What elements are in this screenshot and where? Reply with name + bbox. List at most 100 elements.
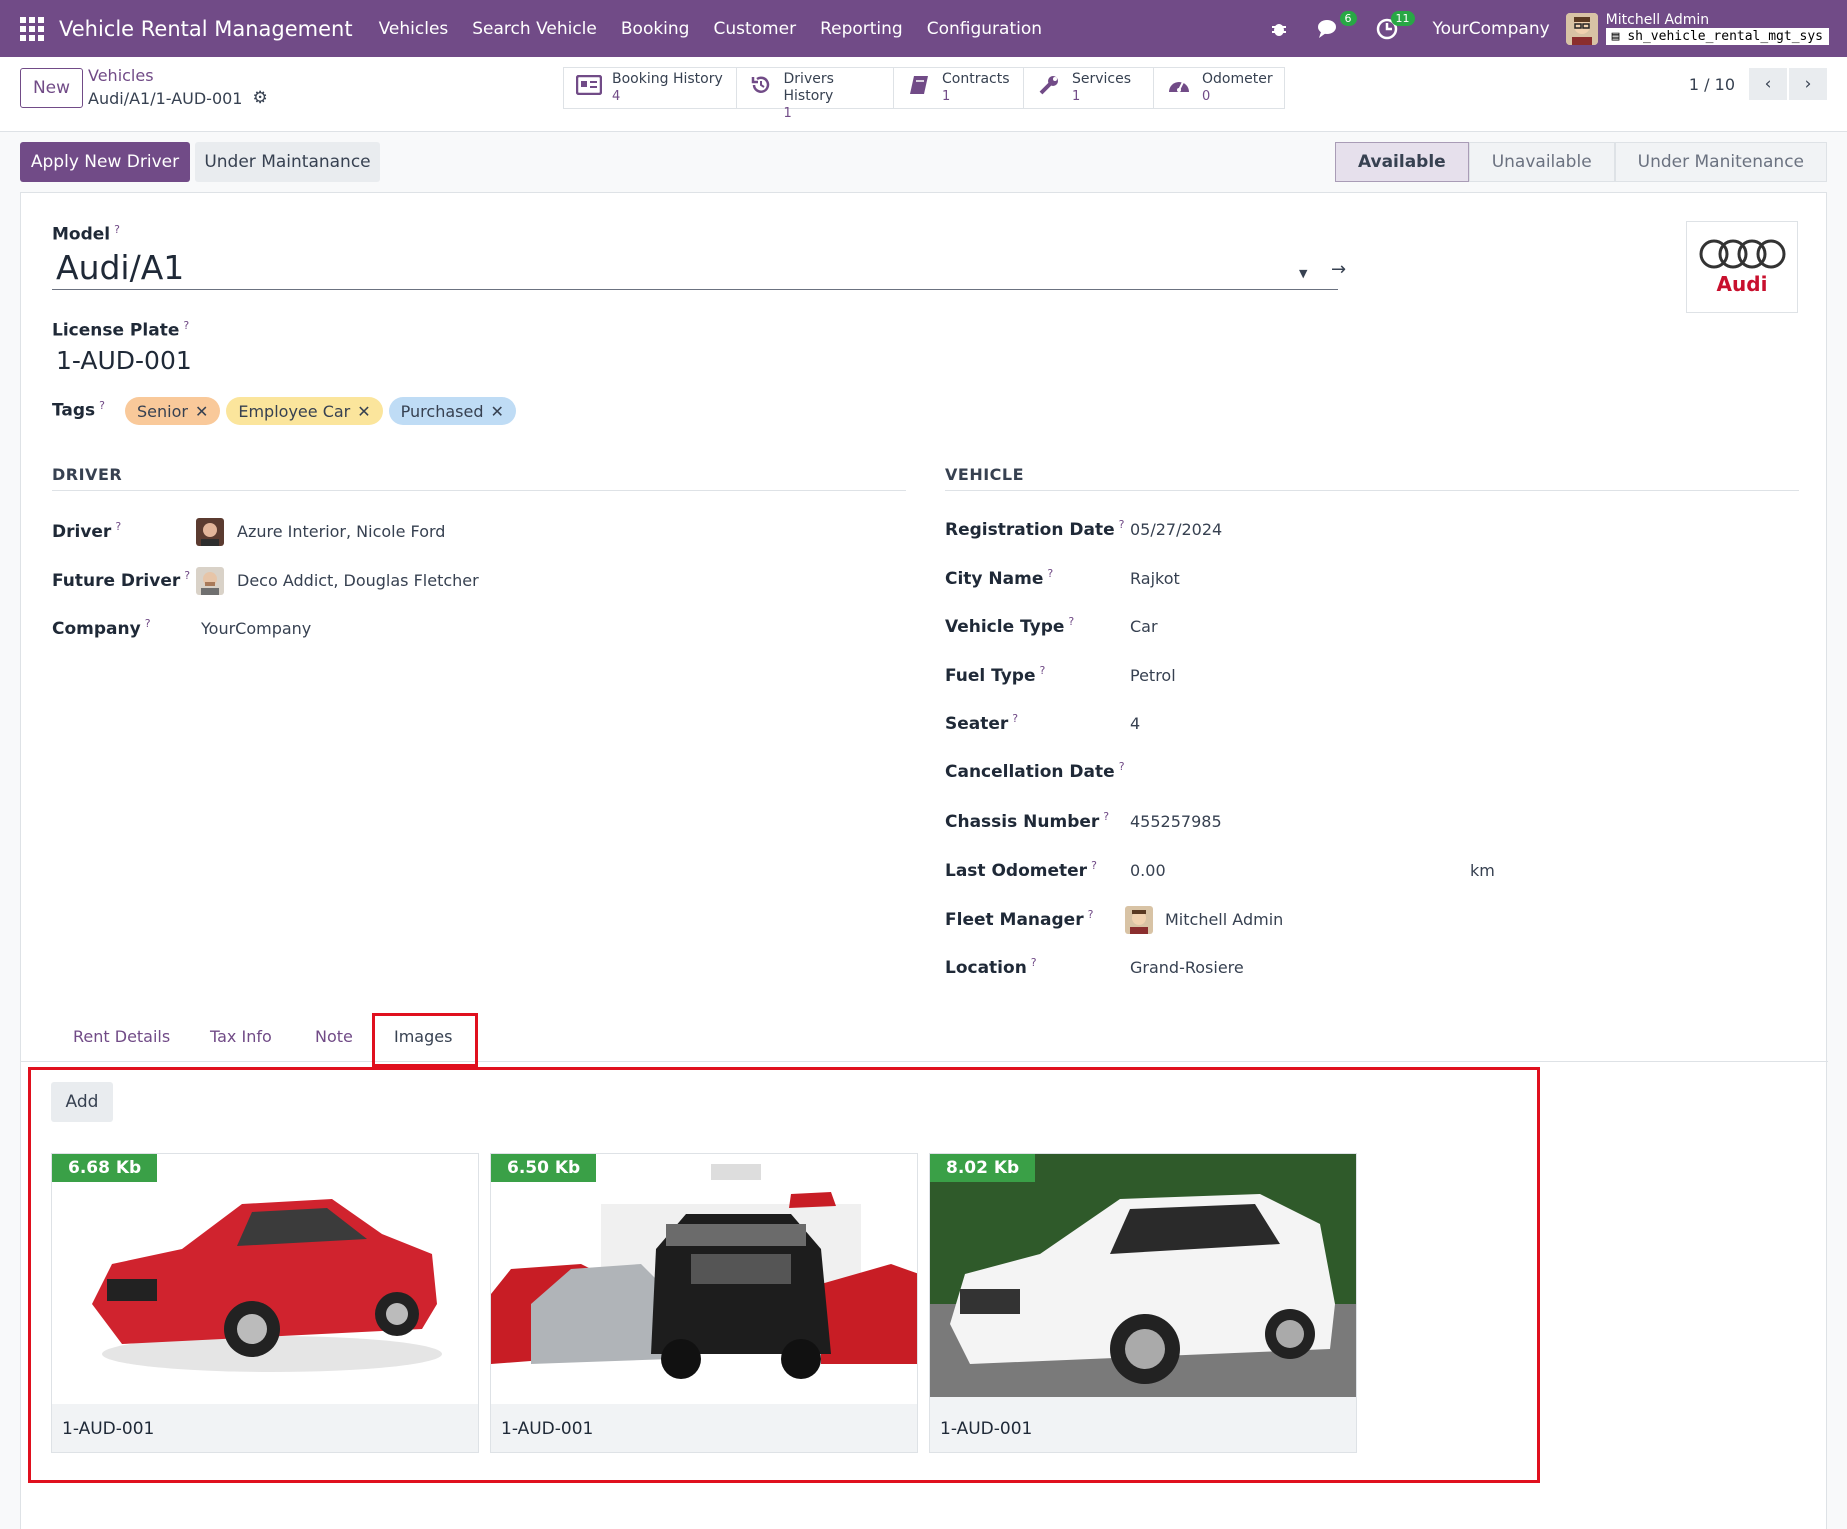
fuel-type-row: Fuel Type? Petrol	[945, 664, 1176, 686]
driver-value[interactable]: Azure Interior, Nicole Ford	[237, 522, 445, 541]
help-icon[interactable]: ?	[1119, 760, 1125, 773]
location-value[interactable]: Grand-Rosiere	[1130, 958, 1244, 977]
help-icon[interactable]: ?	[1068, 615, 1074, 628]
add-image-button[interactable]: Add	[51, 1082, 113, 1122]
help-icon[interactable]: ?	[1047, 567, 1053, 580]
help-icon[interactable]: ?	[1103, 810, 1109, 823]
chevron-right-icon: ›	[1804, 74, 1812, 94]
seater-value[interactable]: 4	[1130, 714, 1140, 733]
database-name: ▤ sh_vehicle_rental_mgt_sys	[1605, 28, 1829, 45]
breadcrumb-current: Audi/A1/1-AUD-001	[88, 88, 243, 108]
odometer-label-field: Last Odometer?	[945, 859, 1097, 881]
stage-available[interactable]: Available	[1334, 142, 1469, 182]
pager-value[interactable]: 1 / 10	[1689, 75, 1735, 94]
help-icon[interactable]: ?	[184, 569, 190, 582]
menu-vehicles[interactable]: Vehicles	[379, 19, 449, 39]
image-caption: 1-AUD-001	[62, 1419, 155, 1439]
odometer-button[interactable]: Odometer 0	[1154, 68, 1284, 108]
fuel-type-value[interactable]: Petrol	[1130, 666, 1176, 685]
menu-reporting[interactable]: Reporting	[820, 19, 903, 39]
app-title[interactable]: Vehicle Rental Management	[59, 17, 353, 41]
help-icon[interactable]: ?	[1031, 956, 1037, 969]
book-icon	[904, 71, 934, 99]
registration-date-value[interactable]: 05/27/2024	[1130, 520, 1222, 539]
model-field[interactable]: Audi/A1	[52, 248, 1338, 290]
arrow-right-icon[interactable]: →	[1331, 259, 1346, 280]
license-plate-field[interactable]: 1-AUD-001	[56, 346, 192, 375]
tab-rent-details[interactable]: Rent Details	[73, 1027, 170, 1046]
apply-new-driver-button[interactable]: Apply New Driver	[20, 142, 190, 182]
tags-field[interactable]: Senior ✕ Employee Car ✕ Purchased ✕	[125, 397, 522, 425]
bug-icon[interactable]	[1265, 15, 1293, 43]
chassis-value[interactable]: 455257985	[1130, 812, 1222, 831]
company-switcher[interactable]: YourCompany	[1433, 19, 1550, 39]
future-driver-value[interactable]: Deco Addict, Douglas Fletcher	[237, 571, 479, 590]
tab-note[interactable]: Note	[315, 1027, 353, 1046]
breadcrumb-vehicles[interactable]: Vehicles	[88, 66, 268, 85]
stage-under-maintenance[interactable]: Under Manitenance	[1614, 142, 1827, 182]
help-icon[interactable]: ?	[1119, 518, 1125, 531]
company-value[interactable]: YourCompany	[201, 619, 311, 638]
driver-label: Driver?	[52, 520, 122, 542]
image-card[interactable]: 8.02 Kb 1-AUD-001	[929, 1153, 1357, 1453]
help-icon[interactable]: ?	[1091, 859, 1097, 872]
user-avatar[interactable]	[1565, 12, 1598, 45]
services-button[interactable]: Services 1	[1024, 68, 1154, 108]
menu-customer[interactable]: Customer	[713, 19, 796, 39]
vehicle-type-row: Vehicle Type? Car	[945, 615, 1158, 637]
booking-history-label: Booking History	[612, 71, 723, 87]
image-card[interactable]: 6.50 Kb 1-AUD-001	[490, 1153, 918, 1453]
pager: 1 / 10 ‹ ›	[1689, 68, 1827, 100]
odometer-row: Last Odometer? 0.00 km	[945, 859, 1495, 881]
odometer-value[interactable]: 0.00	[1130, 861, 1166, 880]
help-icon[interactable]: ?	[115, 520, 121, 533]
messages-icon[interactable]: 6	[1315, 10, 1357, 43]
wrench-icon	[1034, 71, 1064, 99]
fleet-manager-value[interactable]: Mitchell Admin	[1165, 910, 1283, 929]
drivers-history-button[interactable]: Drivers History 1	[737, 68, 894, 121]
location-label: Location?	[945, 956, 1037, 978]
remove-tag-icon[interactable]: ✕	[195, 402, 208, 421]
seater-label: Seater?	[945, 712, 1019, 734]
booking-history-count: 4	[612, 89, 621, 104]
help-icon[interactable]: ?	[99, 399, 105, 412]
services-count: 1	[1072, 89, 1081, 104]
pager-previous-button[interactable]: ‹	[1749, 68, 1787, 100]
caret-down-icon[interactable]: ▼	[1299, 267, 1307, 280]
menu-booking[interactable]: Booking	[621, 19, 690, 39]
chassis-label: Chassis Number?	[945, 810, 1110, 832]
pager-next-button[interactable]: ›	[1789, 68, 1827, 100]
user-menu[interactable]: Mitchell Admin ▤ sh_vehicle_rental_mgt_s…	[1605, 12, 1829, 45]
help-icon[interactable]: ?	[183, 319, 189, 332]
model-label: Model?	[52, 223, 120, 245]
booking-history-button[interactable]: Booking History 4	[564, 68, 737, 108]
image-card[interactable]: 6.68 Kb 1-AUD-001	[51, 1153, 479, 1453]
help-icon[interactable]: ?	[145, 617, 151, 630]
menu-search-vehicle[interactable]: Search Vehicle	[472, 19, 597, 39]
odometer-unit[interactable]: km	[1470, 861, 1495, 880]
gear-icon[interactable]: ⚙	[252, 88, 267, 108]
apps-grid-icon[interactable]	[20, 16, 44, 41]
drivers-history-count: 1	[783, 106, 792, 121]
help-icon[interactable]: ?	[1088, 908, 1094, 921]
under-maintanance-button[interactable]: Under Maintanance	[195, 142, 380, 182]
fuel-type-label: Fuel Type?	[945, 664, 1046, 686]
tab-tax-info[interactable]: Tax Info	[210, 1027, 272, 1046]
remove-tag-icon[interactable]: ✕	[490, 402, 503, 421]
activities-clock-icon[interactable]: 11	[1373, 10, 1415, 43]
license-plate-label: License Plate?	[52, 319, 190, 341]
help-icon[interactable]: ?	[1012, 712, 1018, 725]
tag-senior: Senior ✕	[125, 397, 221, 425]
help-icon[interactable]: ?	[114, 223, 120, 236]
city-value[interactable]: Rajkot	[1130, 569, 1180, 588]
remove-tag-icon[interactable]: ✕	[357, 402, 370, 421]
contracts-button[interactable]: Contracts 1	[894, 68, 1024, 108]
menu-configuration[interactable]: Configuration	[927, 19, 1042, 39]
activities-badge: 11	[1390, 10, 1415, 26]
future-driver-row: Future Driver? Deco Addict, Douglas Flet…	[52, 567, 479, 595]
company-label: Company?	[52, 617, 151, 639]
help-icon[interactable]: ?	[1040, 664, 1046, 677]
new-button[interactable]: New	[20, 68, 83, 108]
vehicle-type-value[interactable]: Car	[1130, 617, 1158, 636]
stage-unavailable[interactable]: Unavailable	[1468, 142, 1615, 182]
